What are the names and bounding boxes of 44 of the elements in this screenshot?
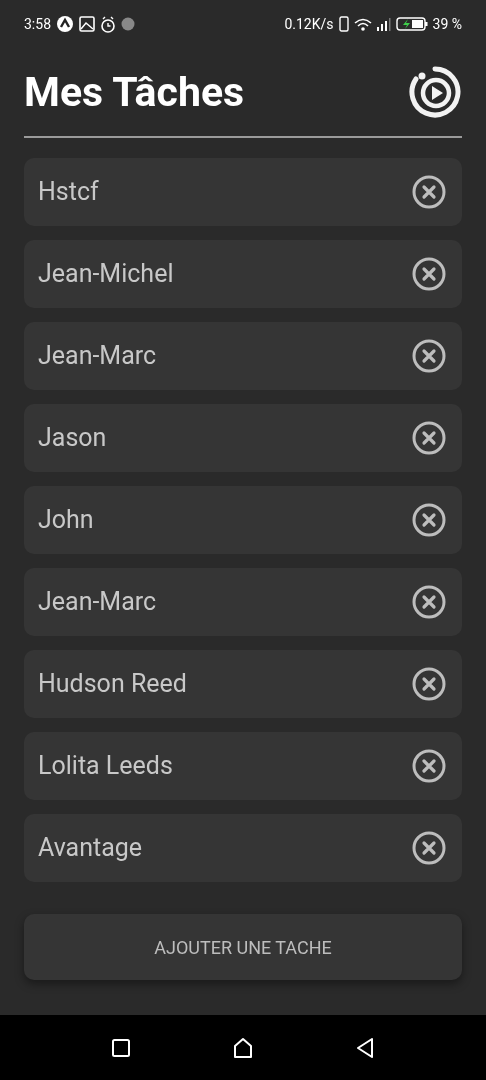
app-notification-icon: [56, 15, 74, 33]
wifi-icon: [353, 16, 372, 32]
close-icon[interactable]: [412, 831, 446, 865]
task-item[interactable]: Hstcf: [24, 158, 462, 226]
task-item[interactable]: Avantage: [24, 814, 462, 882]
close-icon[interactable]: [412, 175, 446, 209]
phone-icon: [338, 16, 349, 32]
dot-icon: [121, 17, 135, 31]
status-time: 3:58: [24, 14, 51, 34]
task-text: Hudson Reed: [38, 668, 187, 701]
task-item[interactable]: Jean-Marc: [24, 322, 462, 390]
image-icon: [79, 16, 95, 32]
close-icon[interactable]: [412, 667, 446, 701]
close-icon[interactable]: [412, 749, 446, 783]
task-text: Jean-Marc: [38, 586, 157, 619]
signal-icon: [376, 17, 391, 31]
recents-icon[interactable]: [110, 1037, 131, 1058]
task-text: Lolita Leeds: [38, 750, 173, 783]
task-text: Hstcf: [38, 176, 99, 209]
alarm-icon: [100, 15, 116, 33]
task-item[interactable]: Hudson Reed: [24, 650, 462, 718]
task-item[interactable]: Jason: [24, 404, 462, 472]
task-text: Jean-Marc: [38, 340, 157, 373]
task-item[interactable]: John: [24, 486, 462, 554]
task-text: John: [38, 504, 94, 537]
task-item[interactable]: Lolita Leeds: [24, 732, 462, 800]
add-task-button[interactable]: AJOUTER UNE TACHE: [24, 914, 462, 980]
close-icon[interactable]: [412, 585, 446, 619]
task-text: Avantage: [38, 832, 143, 865]
task-text: Jean-Michel: [38, 258, 174, 291]
close-icon[interactable]: [412, 257, 446, 291]
close-icon[interactable]: [412, 421, 446, 455]
battery-icon: [395, 17, 428, 31]
network-speed: 0.12K/s: [284, 14, 334, 34]
back-icon[interactable]: [355, 1036, 376, 1059]
play-icon[interactable]: [408, 65, 462, 119]
close-icon[interactable]: [412, 339, 446, 373]
task-item[interactable]: Jean-Marc: [24, 568, 462, 636]
home-icon[interactable]: [232, 1036, 254, 1059]
battery-percentage: 39 %: [432, 14, 462, 34]
task-item[interactable]: Jean-Michel: [24, 240, 462, 308]
page-title: Mes Tâches: [24, 71, 245, 113]
close-icon[interactable]: [412, 503, 446, 537]
task-text: Jason: [38, 422, 107, 455]
